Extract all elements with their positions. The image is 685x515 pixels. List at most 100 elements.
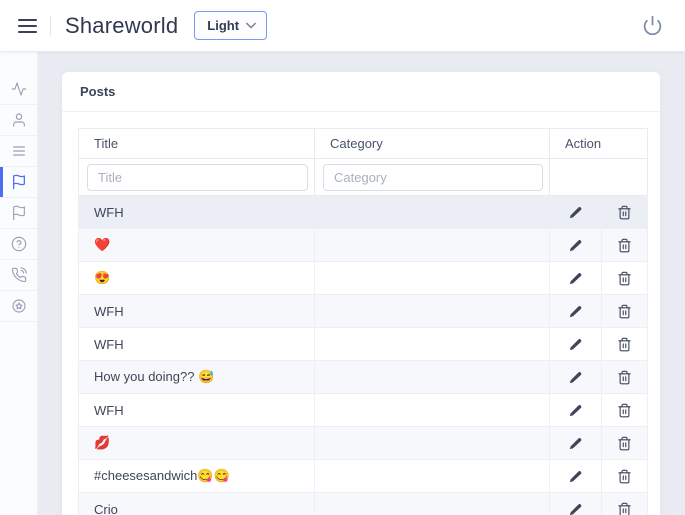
flag-icon [12,174,25,190]
header-divider [50,15,51,36]
delete-button[interactable] [600,195,649,229]
table-row[interactable]: 💋 [78,426,649,460]
sidebar-item-posts[interactable] [0,167,37,198]
edit-button[interactable] [549,195,602,229]
sidebar-item-help[interactable] [0,229,37,260]
table-row[interactable]: WFH [78,327,649,361]
app-header: Shareworld Light [0,0,685,52]
edit-button[interactable] [549,360,602,394]
hamburger-menu-icon[interactable] [18,18,37,34]
edit-button[interactable] [549,327,602,361]
delete-button[interactable] [600,294,649,328]
table-row[interactable]: How you doing?? 😅 [78,360,649,394]
pencil-icon [569,239,582,251]
post-title: Crio [78,492,315,515]
post-category [314,393,550,427]
pencil-icon [569,404,582,416]
delete-button[interactable] [600,360,649,394]
main-content: Posts Title Category Action Title Catego… [38,52,685,515]
category-filter-input[interactable] [323,163,543,191]
post-category [314,228,550,262]
table-row[interactable]: WFH [78,393,649,427]
badge-icon [11,299,26,313]
posts-card: Posts Title Category Action Title Catego… [62,72,660,515]
edit-button[interactable] [549,492,602,515]
edit-button[interactable] [549,294,602,328]
user-icon [12,113,25,127]
post-title: #cheesesandwich😋😋 [78,459,315,493]
column-header-action: Action [548,128,649,159]
table-row[interactable]: WFH [78,294,649,328]
sidebar-nav [0,52,38,515]
post-category [314,294,550,328]
post-title: 💋 [78,426,315,460]
trash-icon [618,502,631,515]
sidebar-item-rewards[interactable] [0,291,37,322]
theme-dropdown[interactable]: Light [194,11,268,40]
post-category [314,195,550,229]
phone-call-icon [11,267,27,283]
post-title: ❤️ [78,228,315,262]
pencil-icon [569,338,582,350]
pencil-icon [569,206,582,218]
trash-icon [618,337,631,351]
trash-icon [618,370,631,384]
trash-icon [618,205,631,219]
post-title: WFH [78,195,315,229]
sidebar-item-activity[interactable] [0,74,37,105]
edit-button[interactable] [549,261,602,295]
table-header-row: Title Category Action [78,128,649,159]
table-filter-row [78,158,649,196]
trash-icon [618,469,631,483]
edit-button[interactable] [549,393,602,427]
pencil-icon [569,470,582,482]
card-header: Posts [62,72,660,112]
trash-icon [618,304,631,318]
power-icon [643,15,662,36]
delete-button[interactable] [600,492,649,515]
post-category [314,360,550,394]
trash-icon [618,403,631,417]
post-category [314,327,550,361]
sidebar-item-list[interactable] [0,136,37,167]
edit-button[interactable] [549,228,602,262]
delete-button[interactable] [600,228,649,262]
edit-button[interactable] [549,459,602,493]
logout-power-button[interactable] [642,15,663,36]
pencil-icon [569,437,582,449]
chevron-down-icon [246,22,256,29]
post-title: WFH [78,393,315,427]
delete-button[interactable] [600,327,649,361]
post-category [314,492,550,515]
help-icon [11,236,26,252]
post-category [314,426,550,460]
table-row[interactable]: 😍 [78,261,649,295]
sidebar-item-reports[interactable] [0,198,37,229]
post-title: How you doing?? 😅 [78,360,315,394]
table-row[interactable]: Crio [78,492,649,515]
edit-button[interactable] [549,426,602,460]
delete-button[interactable] [600,261,649,295]
title-filter-input[interactable] [87,163,308,191]
delete-button[interactable] [600,426,649,460]
theme-dropdown-value: Light [207,18,240,33]
trash-icon [618,238,631,252]
sidebar-item-users[interactable] [0,105,37,136]
posts-table: Title Category Action WFH [78,128,649,515]
column-header-title: Title [78,128,315,159]
pencil-icon [569,371,582,383]
delete-button[interactable] [600,393,649,427]
trash-icon [618,436,631,450]
pencil-icon [569,272,582,284]
post-title: WFH [78,294,315,328]
post-category [314,459,550,493]
pencil-icon [569,305,582,317]
table-row[interactable]: WFH [78,195,649,229]
card-title: Posts [80,84,116,99]
table-row[interactable]: #cheesesandwich😋😋 [78,459,649,493]
pencil-icon [569,503,582,515]
delete-button[interactable] [600,459,649,493]
sidebar-item-contact[interactable] [0,260,37,291]
post-category [314,261,550,295]
table-row[interactable]: ❤️ [78,228,649,262]
